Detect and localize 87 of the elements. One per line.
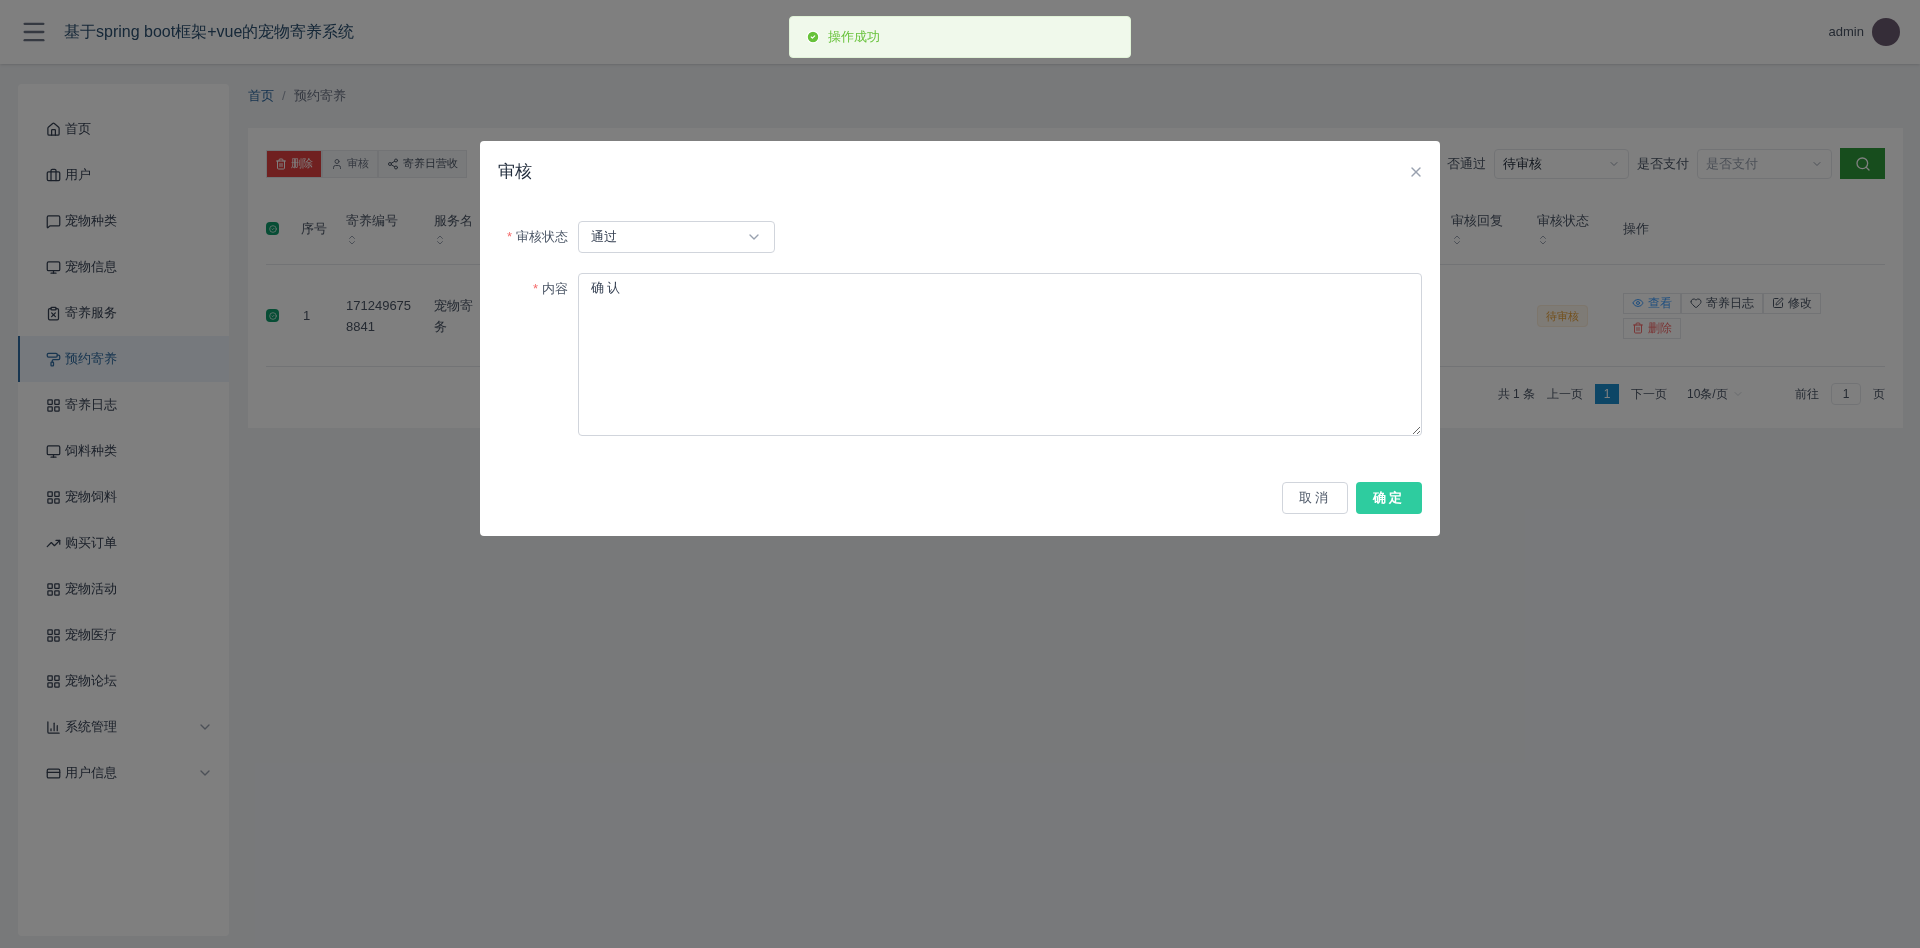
paint-roller-icon <box>46 351 61 367</box>
required-asterisk: * <box>532 279 538 298</box>
grid-icon <box>46 673 61 689</box>
column-header: 操作 <box>1623 219 1650 238</box>
sidebar-item[interactable]: 购买订单 <box>18 520 229 566</box>
breadcrumb-link[interactable]: 首页 <box>248 86 274 106</box>
table-cell-text: 171249675 8841 <box>345 296 413 336</box>
pagination-total: 共 1 条 <box>1497 386 1535 403</box>
heart-icon <box>1690 297 1702 309</box>
sidebar-item[interactable]: 寄养服务 <box>18 290 229 336</box>
grid-icon <box>46 397 61 413</box>
bar-chart-icon <box>46 719 61 735</box>
action-button[interactable]: 寄养日志 <box>1681 292 1763 314</box>
page-suffix: 页 <box>1873 386 1885 403</box>
action-button[interactable]: 查看 <box>1623 292 1681 314</box>
column-header: 审核状态 <box>1537 210 1623 247</box>
briefcase-icon <box>46 167 61 183</box>
app-title: 基于spring boot框架+vue的宠物寄养系统 <box>64 22 355 42</box>
success-toast: 操作成功 <box>789 16 1131 58</box>
username: admin <box>1828 23 1864 42</box>
filter-label: 是否支付 <box>1637 154 1689 173</box>
breadcrumb-link[interactable]: 预约寄养 <box>293 86 346 106</box>
trash-icon <box>275 157 287 170</box>
sidebar-item[interactable]: 饲料种类 <box>18 428 229 474</box>
sidebar-item[interactable]: 预约寄养 <box>18 336 229 382</box>
column-header: 序号 <box>300 219 328 238</box>
chat-icon <box>46 213 61 229</box>
trash-icon <box>1632 322 1644 334</box>
clipboard-icon <box>46 305 61 321</box>
search-button[interactable] <box>1840 148 1885 179</box>
toolbar-button[interactable]: 删除 <box>266 149 322 178</box>
sidebar-item[interactable]: 系统管理 <box>18 704 229 750</box>
sidebar-item[interactable]: 首页 <box>18 106 229 152</box>
page-size-select[interactable]: 10条/页 <box>1687 385 1767 403</box>
card-icon <box>46 765 61 781</box>
required-asterisk: * <box>506 227 512 246</box>
sidebar-item[interactable]: 宠物信息 <box>18 244 229 290</box>
search-icon <box>1854 155 1871 172</box>
goto-label: 前往 <box>1795 386 1819 403</box>
sidebar-item[interactable]: 宠物活动 <box>18 566 229 612</box>
action-button[interactable]: 修改 <box>1763 292 1821 314</box>
filter-select[interactable]: 待审核 <box>1494 148 1629 179</box>
prev-page-button[interactable]: 上一页 <box>1547 385 1583 403</box>
share-icon <box>387 157 399 170</box>
column-header: 审核回复 <box>1451 210 1537 247</box>
status-tag: 待审核 <box>1537 304 1588 327</box>
next-page-button[interactable]: 下一页 <box>1631 385 1667 403</box>
grid-icon <box>46 627 61 643</box>
success-icon <box>806 30 820 44</box>
header-checkbox[interactable] <box>266 222 279 235</box>
user-icon <box>331 157 343 170</box>
sidebar-item[interactable]: 用户信息 <box>18 750 229 796</box>
sidebar-item[interactable]: 宠物种类 <box>18 198 229 244</box>
content-textarea[interactable]: 确认 <box>578 272 1422 436</box>
sidebar-item[interactable]: 宠物论坛 <box>18 658 229 704</box>
sidebar-item[interactable]: 寄养日志 <box>18 382 229 428</box>
sort-icon[interactable] <box>1451 234 1463 247</box>
column-header: 寄养编号 <box>339 210 427 247</box>
grid-icon <box>46 581 61 597</box>
breadcrumb-separator: / <box>282 87 286 106</box>
sidebar-item[interactable]: 用户 <box>18 152 229 198</box>
toolbar-button[interactable]: 审核 <box>322 149 378 178</box>
eye-icon <box>1632 297 1644 309</box>
home-icon <box>46 121 61 137</box>
dialog-title: 审核 <box>498 161 532 183</box>
row-checkbox[interactable] <box>266 309 279 322</box>
edit-icon <box>1772 297 1784 309</box>
action-button[interactable]: 删除 <box>1623 317 1681 339</box>
sidebar-item[interactable]: 宠物医疗 <box>18 612 229 658</box>
avatar[interactable] <box>1872 18 1900 46</box>
field-label: 内容 <box>542 279 568 298</box>
filter-label: 否通过 <box>1447 154 1486 173</box>
toolbar-button[interactable]: 寄养日营收 <box>378 149 467 178</box>
grid-icon <box>46 489 61 505</box>
sort-icon[interactable] <box>434 234 446 247</box>
field-label: 审核状态 <box>516 227 568 246</box>
sort-icon[interactable] <box>346 234 358 247</box>
table-cell-text: 1 <box>302 306 312 325</box>
page-input[interactable]: 1 <box>1831 383 1861 405</box>
sidebar-item[interactable]: 宠物饲料 <box>18 474 229 520</box>
monitor-icon <box>46 443 61 459</box>
cancel-button[interactable]: 取消 <box>1282 481 1348 514</box>
page-number[interactable]: 1 <box>1595 384 1619 404</box>
monitor-icon <box>46 259 61 275</box>
sort-icon[interactable] <box>1537 234 1549 247</box>
table-cell-text: 宠物寄 务 <box>433 296 474 336</box>
status-select[interactable]: 通过 <box>578 220 775 253</box>
